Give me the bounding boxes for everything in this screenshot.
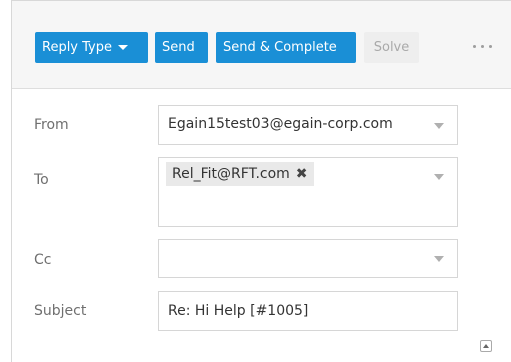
reply-toolbar: Reply Type Send Send & Complete Solve xyxy=(12,1,511,89)
send-and-complete-button[interactable]: Send & Complete xyxy=(216,32,356,63)
subject-value: Re: Hi Help [#1005] xyxy=(168,303,309,319)
send-complete-label: Send & Complete xyxy=(223,40,337,55)
to-label: To xyxy=(34,172,49,188)
subject-label: Subject xyxy=(34,303,87,319)
collapse-icon[interactable] xyxy=(480,340,492,352)
from-value: Egain15test03@egain-corp.com xyxy=(168,116,393,132)
more-dot-icon xyxy=(473,45,476,48)
dropdown-arrow-icon xyxy=(434,123,444,129)
send-button[interactable]: Send xyxy=(155,32,208,63)
recipient-email: Rel_Fit@RFT.com xyxy=(172,166,290,182)
solve-label: Solve xyxy=(373,40,410,55)
from-label: From xyxy=(34,117,69,133)
reply-type-dropdown-button[interactable]: Reply Type xyxy=(35,32,148,63)
to-recipients-field[interactable]: Rel_Fit@RFT.com ✖ xyxy=(158,157,458,227)
more-dot-icon xyxy=(489,45,492,48)
chevron-down-icon xyxy=(118,45,128,50)
remove-recipient-icon[interactable]: ✖ xyxy=(296,162,308,186)
solve-button: Solve xyxy=(364,32,419,63)
reply-type-label: Reply Type xyxy=(42,40,112,55)
more-horizontal-icon[interactable] xyxy=(473,45,503,51)
reply-compose-panel: Reply Type Send Send & Complete Solve Fr… xyxy=(11,0,511,362)
recipient-tag: Rel_Fit@RFT.com ✖ xyxy=(166,162,314,186)
cc-field[interactable] xyxy=(158,239,458,278)
from-select[interactable]: Egain15test03@egain-corp.com xyxy=(158,105,458,145)
dropdown-arrow-icon xyxy=(434,256,444,262)
send-label: Send xyxy=(162,40,195,55)
more-dot-icon xyxy=(481,45,484,48)
subject-input[interactable]: Re: Hi Help [#1005] xyxy=(158,291,458,331)
cc-label: Cc xyxy=(34,252,52,268)
dropdown-arrow-icon xyxy=(434,174,444,180)
chevron-up-icon xyxy=(483,344,489,348)
